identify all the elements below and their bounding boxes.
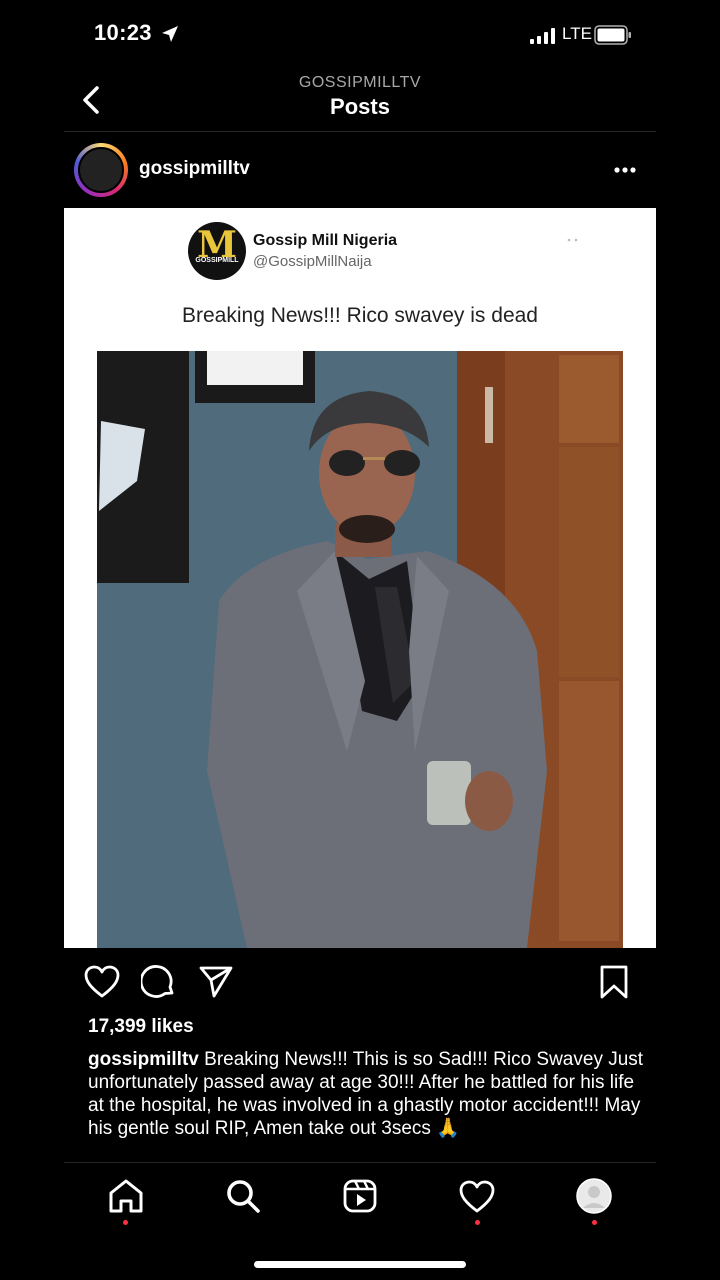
home-icon[interactable]	[106, 1176, 146, 1216]
caption-fade	[0, 1140, 720, 1164]
avatar[interactable]	[78, 147, 124, 193]
activity-heart-icon[interactable]	[457, 1176, 497, 1216]
activity-notification-dot	[475, 1220, 480, 1225]
tweet-more-icon	[567, 238, 578, 242]
post-photo	[97, 351, 623, 948]
network-label: LTE	[562, 24, 592, 43]
status-time: 10:23	[94, 20, 152, 45]
tweet-text: Breaking News!!! Rico swavey is dead	[182, 304, 538, 327]
tweet-display-name: Gossip Mill Nigeria	[253, 232, 398, 249]
logo-text: GOSSIPMILL	[195, 257, 239, 264]
post-media[interactable]: M GOSSIPMILL Gossip Mill Nigeria @Gossip…	[64, 208, 656, 948]
search-icon[interactable]	[223, 1176, 263, 1216]
like-heart-icon[interactable]	[84, 965, 120, 999]
battery-icon	[594, 25, 631, 45]
more-options-icon[interactable]	[610, 158, 640, 182]
reels-icon[interactable]	[340, 1176, 380, 1216]
home-indicator[interactable]	[254, 1261, 466, 1268]
gossip-mill-logo: M GOSSIPMILL	[188, 222, 246, 280]
home-notification-dot	[123, 1220, 128, 1225]
header-divider	[64, 131, 656, 132]
profile-notification-dot	[592, 1220, 597, 1225]
nav-divider	[64, 1162, 656, 1163]
tweet-handle: @GossipMillNaija	[253, 253, 372, 270]
header-account-name: GOSSIPMILLTV	[298, 74, 422, 91]
caption-username[interactable]: gossipmilltv	[88, 1049, 199, 1070]
comment-icon[interactable]	[141, 965, 177, 999]
cellular-signal-icon	[530, 28, 555, 44]
post-username[interactable]: gossipmilltv	[139, 158, 250, 180]
location-arrow-icon	[162, 26, 178, 42]
page-title: Posts	[330, 94, 390, 119]
send-icon[interactable]	[198, 964, 234, 998]
likes-count[interactable]: 17,399 likes	[88, 1016, 194, 1038]
bookmark-icon[interactable]	[598, 964, 630, 1000]
profile-avatar-icon[interactable]	[574, 1176, 614, 1216]
